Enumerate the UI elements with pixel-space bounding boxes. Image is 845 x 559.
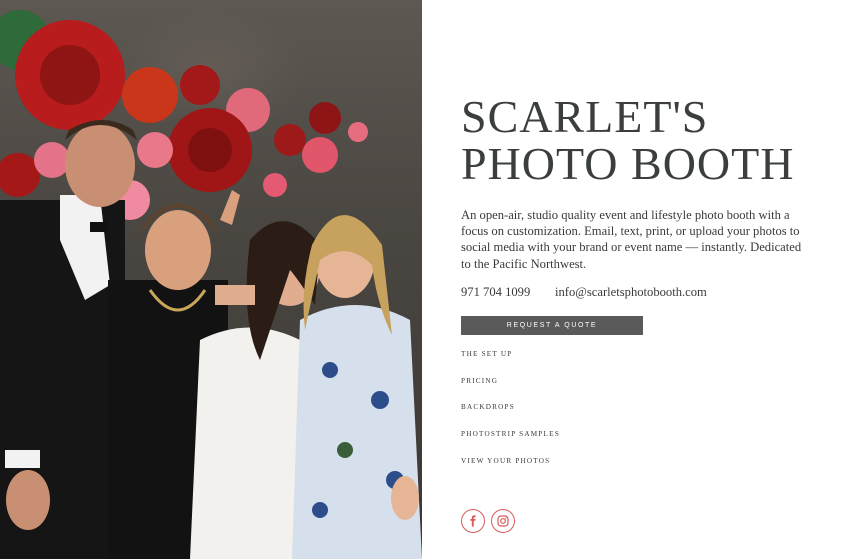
- hero-photo: [0, 0, 422, 559]
- group-photo-illustration: [0, 10, 422, 559]
- request-quote-button[interactable]: REQUEST A QUOTE: [461, 316, 643, 335]
- nav-item-photostrip-samples[interactable]: PHOTOSTRIP SAMPLES: [461, 430, 560, 457]
- nav-item-pricing[interactable]: PRICING: [461, 377, 560, 404]
- flower-wall: [0, 10, 368, 220]
- nav-item-backdrops[interactable]: BACKDROPS: [461, 403, 560, 430]
- person-woman-floral: [292, 215, 422, 559]
- description: An open-air, studio quality event and li…: [461, 208, 802, 271]
- contact-info: 971 704 1099 info@scarletsphotobooth.com: [461, 285, 821, 300]
- nav-item-view-photos[interactable]: VIEW YOUR PHOTOS: [461, 457, 560, 484]
- nav-item-set-up[interactable]: THE SET UP: [461, 350, 560, 377]
- title-line-1: SCARLET'S: [461, 91, 709, 142]
- instagram-icon[interactable]: [491, 509, 515, 533]
- email-link[interactable]: info@scarletsphotobooth.com: [555, 285, 707, 300]
- phone-number[interactable]: 971 704 1099: [461, 285, 530, 299]
- title-line-2: PHOTO BOOTH: [461, 138, 795, 189]
- page: SCARLET'S PHOTO BOOTH An open-air, studi…: [0, 0, 845, 559]
- facebook-icon[interactable]: [461, 509, 485, 533]
- page-title: SCARLET'S PHOTO BOOTH: [461, 93, 821, 187]
- social-links: [461, 509, 515, 533]
- main-nav: THE SET UP PRICING BACKDROPS PHOTOSTRIP …: [461, 350, 560, 483]
